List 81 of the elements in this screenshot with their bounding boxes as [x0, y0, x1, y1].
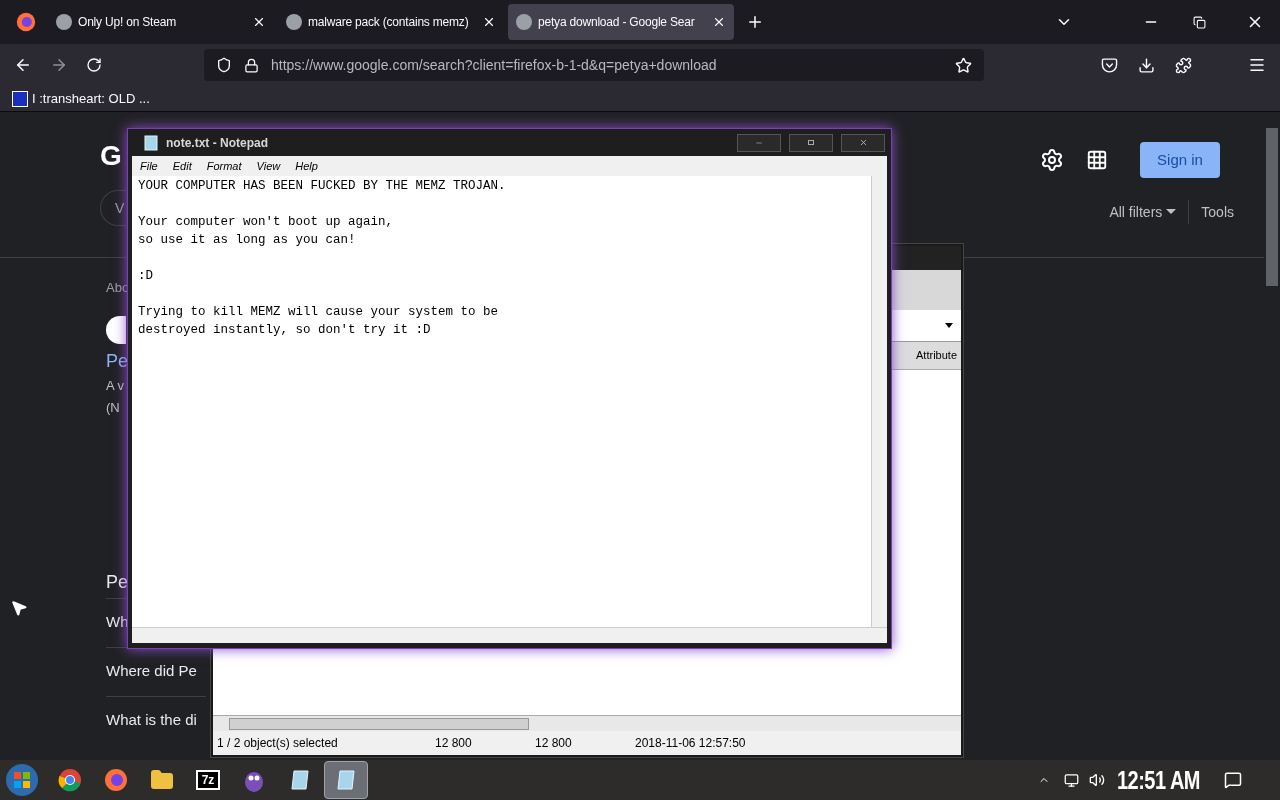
new-tab-icon[interactable] [746, 13, 764, 31]
menu-item[interactable]: Help [295, 157, 318, 175]
chrome-icon [58, 768, 82, 792]
close-icon[interactable] [712, 15, 726, 29]
status-text: 1 / 2 object(s) selected [216, 735, 339, 752]
result-snippet: A v [106, 376, 125, 395]
vertical-scrollbar[interactable] [871, 176, 887, 627]
browser-tab[interactable]: malware pack (contains memz) [278, 4, 504, 40]
menu-item[interactable]: Edit [172, 157, 192, 175]
text-line: so use it as long as you can! [138, 232, 356, 249]
url-text: https://www.google.com/search?client=firefox-b-1-d&q=petya+download [271, 55, 718, 75]
restore-icon[interactable] [1193, 15, 1206, 29]
status-text: 12 800 [535, 735, 573, 752]
reload-icon[interactable] [86, 57, 102, 73]
start-button[interactable] [4, 762, 40, 798]
column-header-label[interactable]: Attribute [916, 347, 957, 364]
network-icon[interactable] [1063, 772, 1079, 788]
result-favicon [106, 315, 126, 344]
sign-in-button[interactable]: Sign in [1140, 142, 1220, 178]
tab-favicon [56, 14, 72, 30]
maximize-button[interactable] [789, 133, 833, 152]
menu-item[interactable]: View [256, 157, 281, 175]
archiver-icon: 7z [195, 770, 221, 790]
text-line: destroyed instantly, so don't try it :D [138, 322, 431, 339]
taskbar-button[interactable]: 7z [186, 761, 230, 799]
shield-icon[interactable] [216, 57, 232, 73]
status-text: 2018-11-06 12:57:50 [635, 735, 747, 752]
bookmark-item[interactable]: I :transheart: OLD ... [12, 88, 150, 109]
settings-icon[interactable] [1040, 148, 1064, 172]
question-item[interactable]: What is the di [106, 709, 197, 732]
extensions-icon[interactable] [1175, 56, 1192, 74]
pocket-icon[interactable] [1101, 56, 1118, 74]
tools-link[interactable]: Tools [1201, 201, 1234, 223]
bookmark-star-icon[interactable] [955, 56, 972, 74]
mouse-cursor-icon [10, 599, 28, 617]
menu-item[interactable]: File [140, 157, 158, 175]
tab-favicon [286, 14, 302, 30]
firefox-icon[interactable] [16, 12, 36, 32]
all-filters-dropdown[interactable]: All filters [1109, 201, 1177, 223]
browser-tab[interactable]: Only Up! on Steam [48, 4, 274, 40]
notification-icon[interactable] [1224, 771, 1242, 789]
clock[interactable]: 12:51 AM [1116, 761, 1200, 799]
dropdown-caret-icon [1166, 209, 1177, 215]
tab-title: petya download - Google Sear [538, 14, 696, 31]
result-snippet: (N [106, 398, 120, 417]
text-line: Trying to kill MEMZ will cause your system to be [138, 304, 499, 321]
browser-tab[interactable]: petya download - Google Sear [508, 4, 734, 40]
maximize-icon [808, 140, 814, 145]
status-text: 12 800 [435, 735, 473, 752]
tab-title: malware pack (contains memz) [308, 14, 470, 31]
text-line: :D [138, 268, 153, 285]
result-title-link[interactable]: Pe [106, 347, 129, 375]
bookmark-favicon [12, 90, 28, 107]
tab-title: Only Up! on Steam [78, 14, 177, 31]
back-icon[interactable] [14, 56, 32, 74]
question-item[interactable]: Where did Pe [106, 660, 197, 683]
apps-grid-icon[interactable] [1086, 149, 1108, 171]
folder-icon [150, 768, 174, 792]
address-bar[interactable]: https://www.google.com/search?client=firefox-b-1-d&q=petya+download [204, 49, 984, 81]
tab-favicon [516, 14, 532, 30]
close-icon[interactable] [252, 15, 266, 29]
lock-icon[interactable] [244, 57, 259, 73]
close-icon [858, 138, 868, 147]
horizontal-scrollbar[interactable] [213, 715, 961, 731]
notepad-icon [334, 768, 358, 792]
firefox-icon [104, 768, 128, 792]
section-heading: Pe [106, 570, 129, 594]
horizontal-scrollbar[interactable] [132, 627, 887, 643]
google-logo[interactable]: G [100, 142, 122, 170]
menu-icon[interactable] [1248, 56, 1266, 74]
dropdown-caret-icon [945, 323, 953, 328]
menu-item[interactable]: Format [206, 157, 242, 175]
close-icon[interactable] [482, 15, 496, 29]
notepad-icon [288, 768, 312, 792]
text-line: YOUR COMPUTER HAS BEEN FUCKED BY THE MEMZ TROJAN. [138, 178, 506, 195]
window-title: note.txt - Notepad [166, 134, 269, 152]
text-line: Your computer won't boot up again, [138, 214, 394, 231]
download-icon[interactable] [1138, 56, 1155, 74]
volume-icon[interactable] [1088, 772, 1105, 788]
notepad-icon [144, 134, 158, 151]
forward-icon[interactable] [50, 56, 68, 74]
